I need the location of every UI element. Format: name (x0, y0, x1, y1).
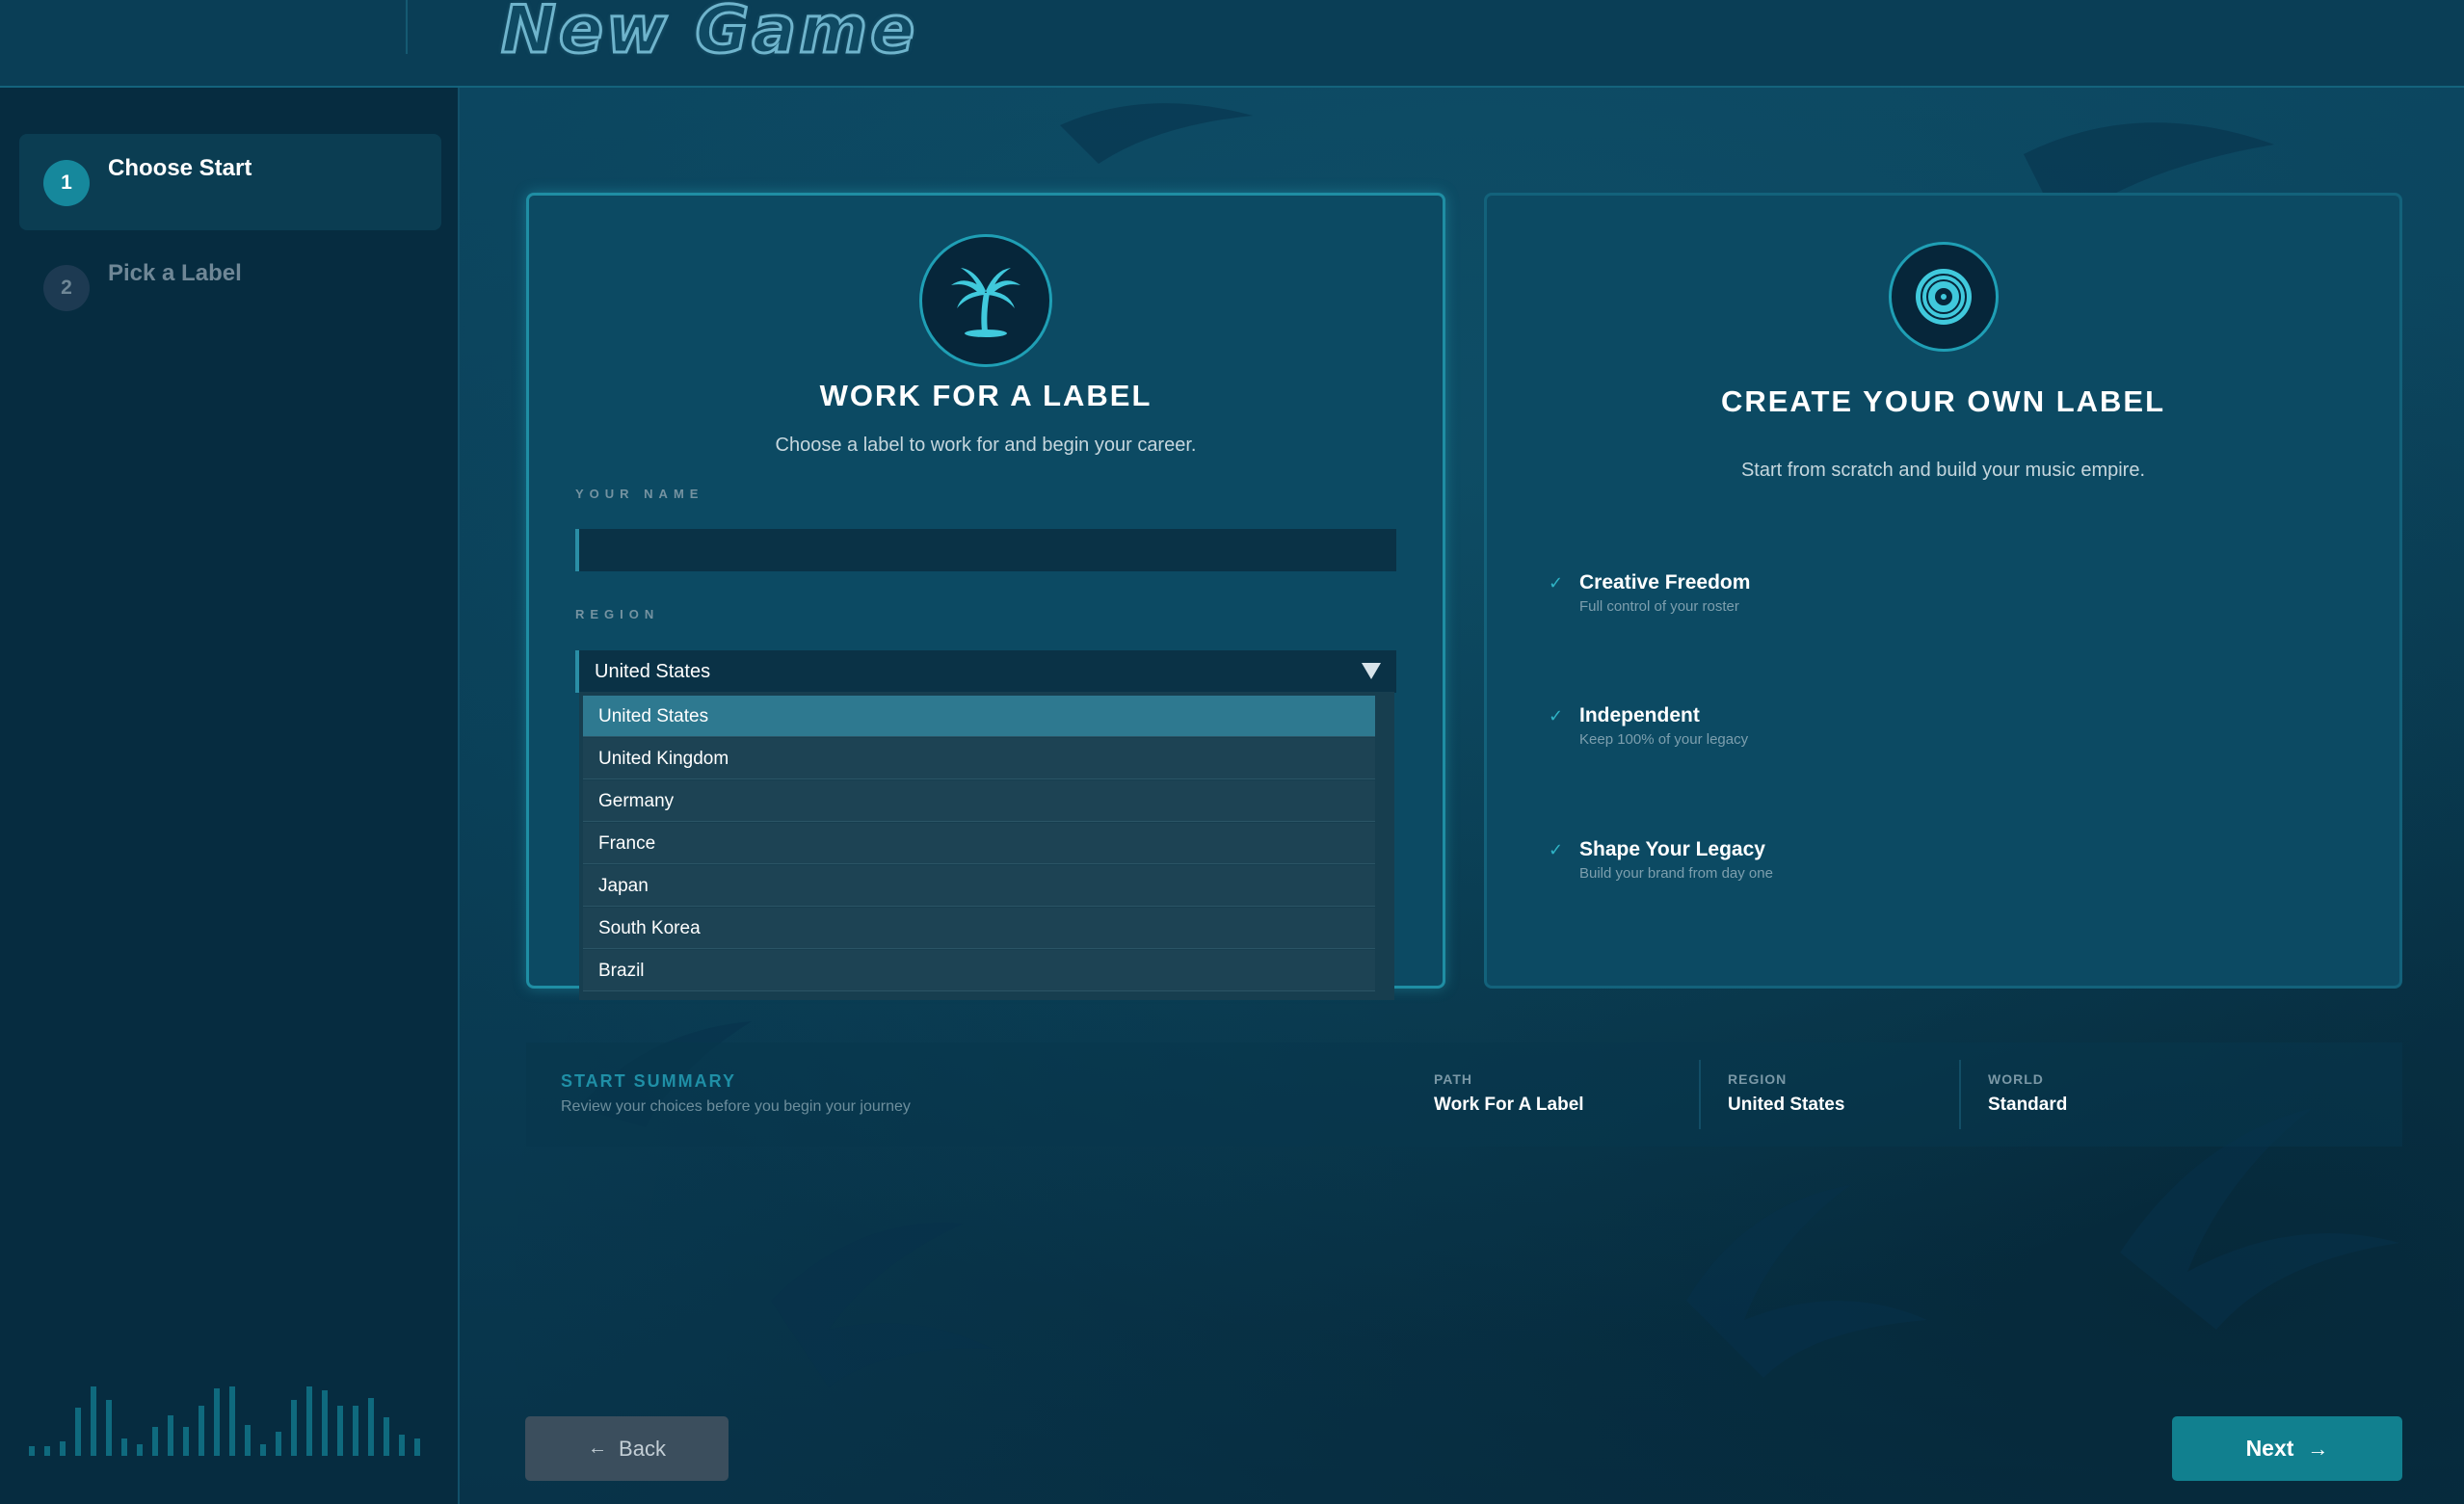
step-label: Choose Start (108, 155, 252, 181)
check-icon: ✓ (1549, 573, 1564, 593)
chevron-down-icon (1362, 663, 1381, 679)
feature-subtitle: Keep 100% of your legacy (1579, 731, 1749, 748)
summary-world-label: WORLD (1988, 1071, 2044, 1087)
card-title: CREATE YOUR OWN LABEL (1720, 384, 2166, 418)
name-input[interactable] (575, 529, 1396, 571)
region-option[interactable]: Brazil (583, 950, 1375, 991)
page-title: New Game (499, 0, 918, 70)
check-icon: ✓ (1549, 706, 1564, 726)
next-button[interactable]: Next → (2172, 1416, 2402, 1481)
summary-world-value: Standard (1988, 1095, 2068, 1115)
start-summary-panel: START SUMMARY Review your choices before… (526, 1042, 2402, 1147)
summary-region-value: United States (1728, 1095, 1845, 1115)
summary-region: REGION United States (1728, 1071, 1844, 1116)
next-button-label: Next (2245, 1436, 2294, 1461)
sidebar: 1 Choose Start 2 Pick a Label (0, 88, 460, 1504)
name-field-label: YOUR NAME (575, 487, 704, 501)
card-title: WORK FOR A LABEL (819, 379, 1153, 412)
create-own-label-card[interactable]: CREATE YOUR OWN LABEL Start from scratch… (1484, 193, 2402, 989)
region-option[interactable]: Japan (583, 865, 1375, 907)
summary-subtitle: Review your choices before you begin you… (561, 1098, 911, 1115)
feature-title: Shape Your Legacy (1579, 838, 1765, 860)
palm-tree-icon (919, 234, 1052, 367)
region-dropdown-list: United States United Kingdom Germany Fra… (579, 692, 1394, 1000)
card-subtitle: Choose a label to work for and begin you… (775, 435, 1197, 456)
step-label: Pick a Label (108, 260, 242, 286)
summary-path-label: PATH (1434, 1071, 1473, 1087)
step-number-badge: 2 (43, 265, 90, 311)
summary-world: WORLD Standard (1988, 1071, 2067, 1116)
step-number-badge: 1 (43, 160, 90, 206)
region-option[interactable]: South Korea (583, 908, 1375, 949)
summary-divider (1699, 1060, 1701, 1129)
audio-visualizer-decoration (29, 1386, 420, 1456)
arrow-left-icon: ← (588, 1438, 608, 1459)
feature-title: Creative Freedom (1579, 571, 1751, 594)
region-option[interactable]: United Kingdom (583, 738, 1375, 779)
sidebar-step-choose-start[interactable]: 1 Choose Start (19, 134, 441, 230)
feature-title: Independent (1579, 704, 1700, 726)
card-subtitle: Start from scratch and build your music … (1740, 460, 2146, 481)
back-button-label: Back (619, 1436, 666, 1461)
check-icon: ✓ (1549, 840, 1564, 859)
arrow-right-icon: → (2307, 1436, 2329, 1461)
region-option[interactable]: United States (583, 696, 1375, 737)
feature-subtitle: Full control of your roster (1579, 598, 1739, 615)
summary-region-label: REGION (1728, 1071, 1788, 1087)
feature-subtitle: Build your brand from day one (1579, 865, 1773, 882)
region-select[interactable]: United States (575, 650, 1396, 693)
sidebar-step-pick-label[interactable]: 2 Pick a Label (19, 239, 441, 335)
region-field-label: REGION (575, 607, 660, 621)
summary-title: START SUMMARY (561, 1071, 736, 1091)
back-button[interactable]: ← Back (525, 1416, 729, 1481)
summary-path-value: Work For A Label (1434, 1095, 1584, 1115)
header-divider (406, 0, 408, 54)
vinyl-record-icon (1889, 242, 1999, 352)
summary-path: PATH Work For A Label (1434, 1071, 1584, 1116)
region-option[interactable]: France (583, 823, 1375, 864)
region-select-value: United States (595, 661, 711, 682)
summary-divider (1959, 1060, 1961, 1129)
region-option[interactable]: Germany (583, 780, 1375, 822)
header-bar: New Game (0, 0, 2464, 88)
